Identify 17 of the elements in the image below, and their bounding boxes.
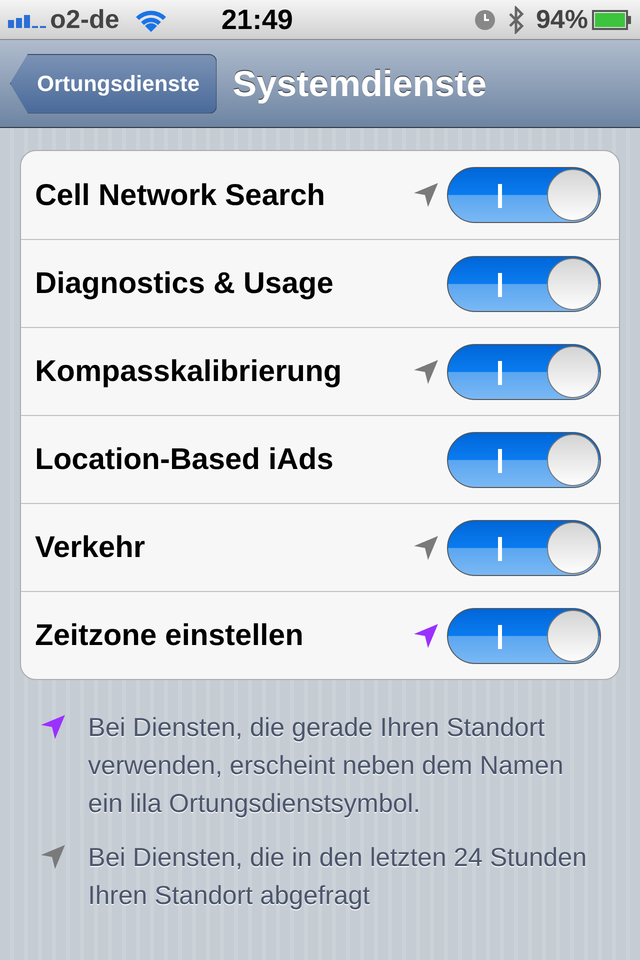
wifi-icon bbox=[135, 8, 168, 32]
back-button[interactable]: Ortungsdienste bbox=[10, 54, 217, 114]
page-title: Systemdienste bbox=[232, 62, 487, 106]
bluetooth-icon bbox=[508, 6, 524, 34]
row-label: Kompasskalibrierung bbox=[35, 354, 343, 390]
clock-icon bbox=[474, 8, 496, 30]
battery-percent: 94% bbox=[536, 3, 588, 36]
row-label: Diagnostics & Usage bbox=[35, 266, 334, 302]
battery-icon bbox=[592, 10, 632, 30]
footnote-text: Bei Diensten, die in den letzten 24 Stunden Ihren Standort abgefragt bbox=[88, 841, 588, 912]
row-label: Location-Based iAds bbox=[35, 442, 334, 478]
carrier-name: o2-de bbox=[50, 3, 120, 36]
row-label: Verkehr bbox=[35, 530, 146, 566]
footnote-text: Bei Diensten, die gerade Ihren Standort verwenden, erscheint neben dem Namen ein lila Ortungsdienstsymbol. bbox=[88, 711, 565, 820]
row-label: Zeitzone einstellen bbox=[35, 618, 304, 654]
clock-time: 21:49 bbox=[221, 2, 293, 36]
row-label: Cell Network Search bbox=[35, 178, 326, 214]
